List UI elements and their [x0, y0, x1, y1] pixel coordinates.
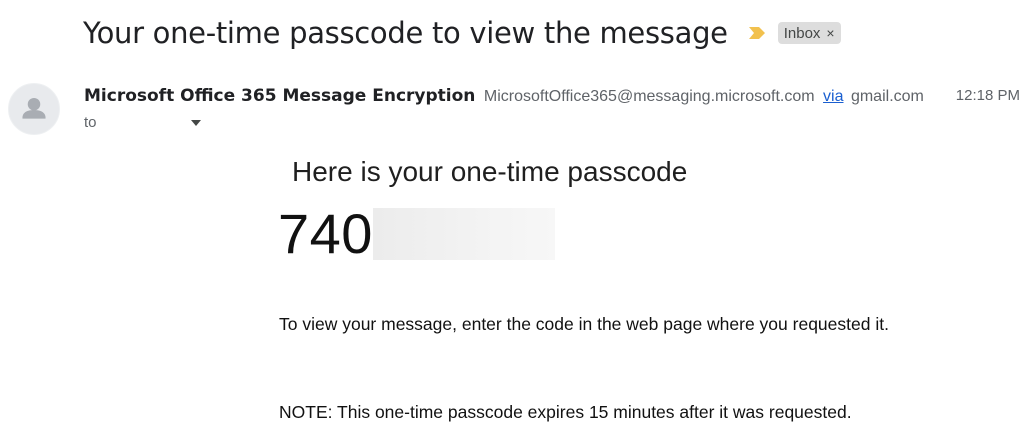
- sender-row: Microsoft Office 365 Message Encryption …: [84, 86, 924, 106]
- recipient-row: to: [84, 114, 201, 131]
- via-link[interactable]: via: [823, 88, 843, 105]
- to-label: to: [84, 114, 97, 131]
- passcode-heading: Here is your one-time passcode: [292, 156, 688, 187]
- via-domain: gmail.com: [850, 88, 924, 105]
- sender-name[interactable]: Microsoft Office 365 Message Encryption: [84, 86, 475, 106]
- passcode-redacted: [372, 208, 555, 260]
- recipient-redacted: [110, 114, 183, 131]
- passcode-row: 740: [278, 202, 555, 266]
- instruction-text: To view your message, enter the code in …: [279, 314, 889, 334]
- inbox-label-text: Inbox: [783, 24, 821, 42]
- email-view: Your one-time passcode to view the messa…: [0, 0, 1024, 442]
- inbox-label-chip[interactable]: Inbox ×: [777, 22, 841, 44]
- email-subject: Your one-time passcode to view the messa…: [83, 16, 728, 50]
- sender-email: MicrosoftOffice365@messaging.microsoft.c…: [483, 88, 815, 105]
- default-avatar-icon: [8, 83, 60, 135]
- expiry-note: NOTE: This one-time passcode expires 15 …: [279, 402, 852, 422]
- passcode-code: 740: [278, 202, 373, 265]
- chevron-down-icon[interactable]: [190, 119, 201, 126]
- importance-marker-icon[interactable]: [748, 26, 766, 40]
- subject-row: Your one-time passcode to view the messa…: [83, 16, 841, 50]
- remove-label-icon[interactable]: ×: [826, 25, 834, 41]
- email-timestamp: 12:18 PM: [955, 87, 1020, 104]
